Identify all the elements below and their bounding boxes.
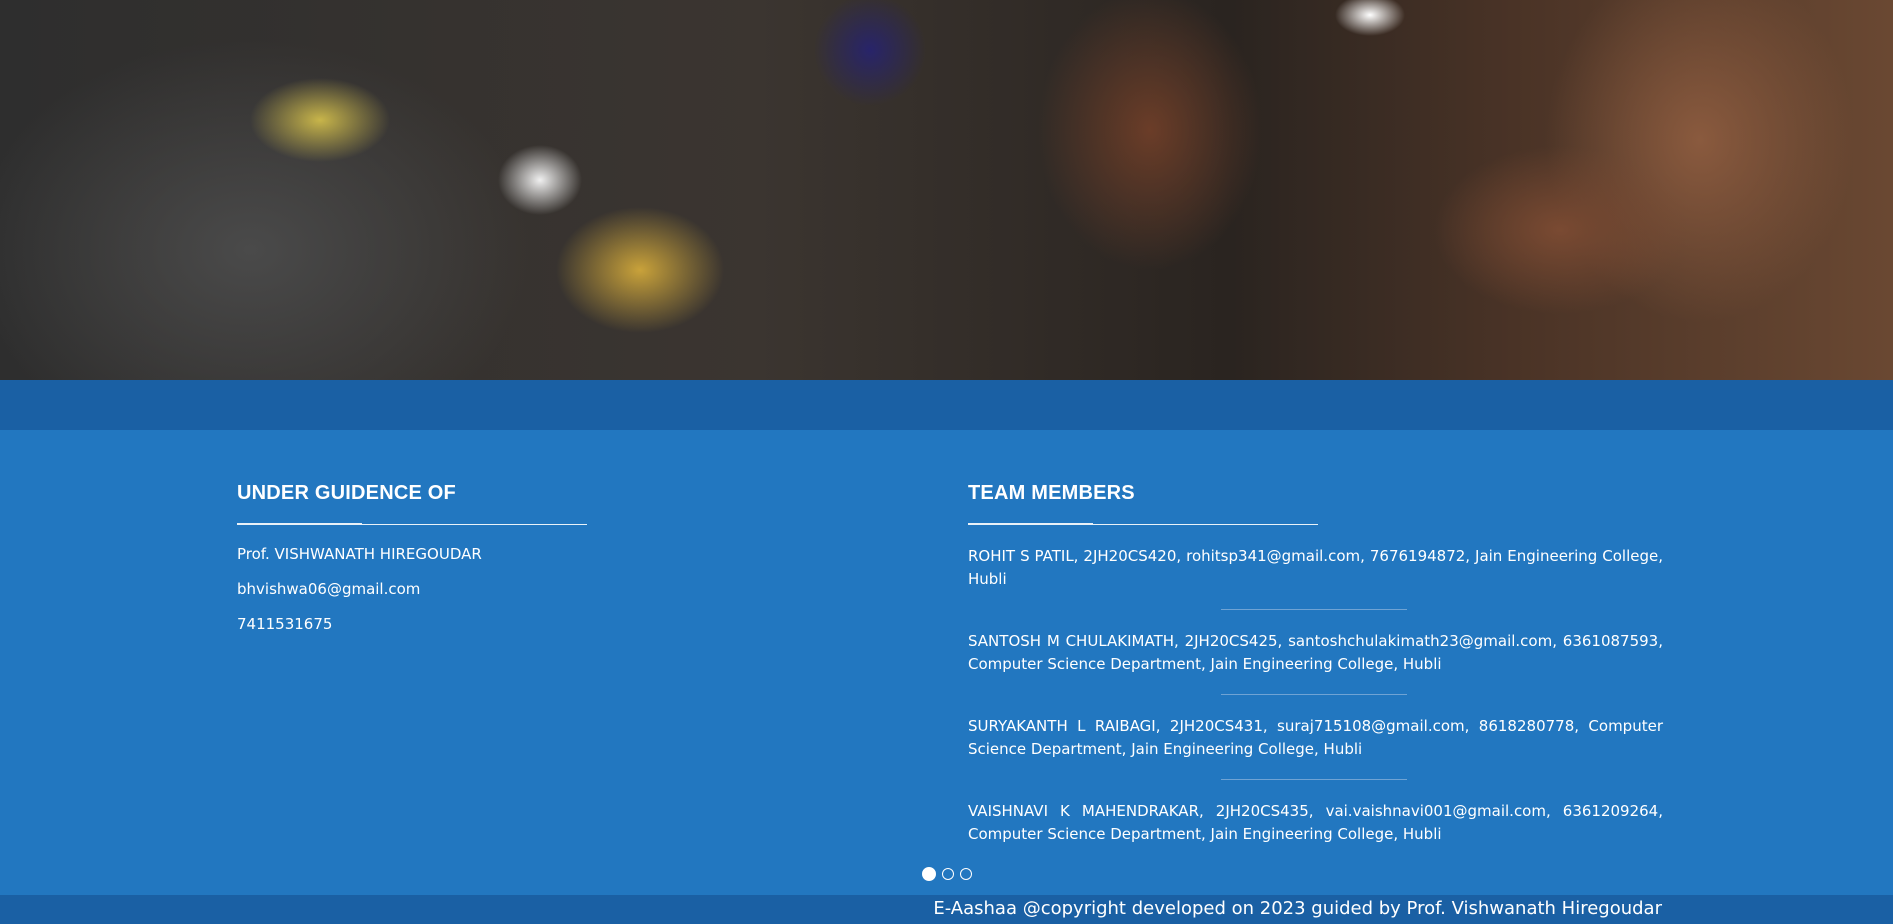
team-member: SANTOSH M CHULAKIMATH, 2JH20CS425, santo… bbox=[968, 632, 1663, 673]
hero-image bbox=[0, 0, 1893, 380]
team-section: TEAM MEMBERS ROHIT S PATIL, 2JH20CS420, … bbox=[968, 480, 1663, 846]
divider-band bbox=[0, 380, 1893, 430]
copyright-text: E-Aashaa @copyright developed on 2023 gu… bbox=[933, 898, 1662, 919]
guide-phone[interactable]: 7411531675 bbox=[237, 615, 587, 633]
guide-email[interactable]: bhvishwa06@gmail.com bbox=[237, 580, 587, 598]
carousel-dot-1[interactable] bbox=[922, 867, 936, 881]
carousel-pagination bbox=[922, 867, 972, 881]
footer: UNDER GUIDENCE OF Prof. VISHWANATH HIREG… bbox=[0, 430, 1893, 895]
member-divider bbox=[1221, 609, 1407, 610]
carousel-dot-3[interactable] bbox=[960, 868, 972, 880]
member-divider bbox=[1221, 779, 1407, 780]
copyright-bar: E-Aashaa @copyright developed on 2023 gu… bbox=[0, 895, 1893, 924]
team-title: TEAM MEMBERS bbox=[968, 482, 1135, 504]
guidance-section: UNDER GUIDENCE OF Prof. VISHWANATH HIREG… bbox=[237, 480, 587, 633]
carousel-dot-2[interactable] bbox=[942, 868, 954, 880]
title-underline bbox=[968, 523, 1318, 525]
team-member: SURYAKANTH L RAIBAGI, 2JH20CS431, suraj7… bbox=[968, 717, 1663, 758]
guidance-title: UNDER GUIDENCE OF bbox=[237, 482, 456, 504]
team-member: ROHIT S PATIL, 2JH20CS420, rohitsp341@gm… bbox=[968, 547, 1663, 588]
team-member: VAISHNAVI K MAHENDRAKAR, 2JH20CS435, vai… bbox=[968, 802, 1663, 843]
member-divider bbox=[1221, 694, 1407, 695]
guide-name: Prof. VISHWANATH HIREGOUDAR bbox=[237, 545, 482, 563]
title-underline bbox=[237, 523, 587, 525]
